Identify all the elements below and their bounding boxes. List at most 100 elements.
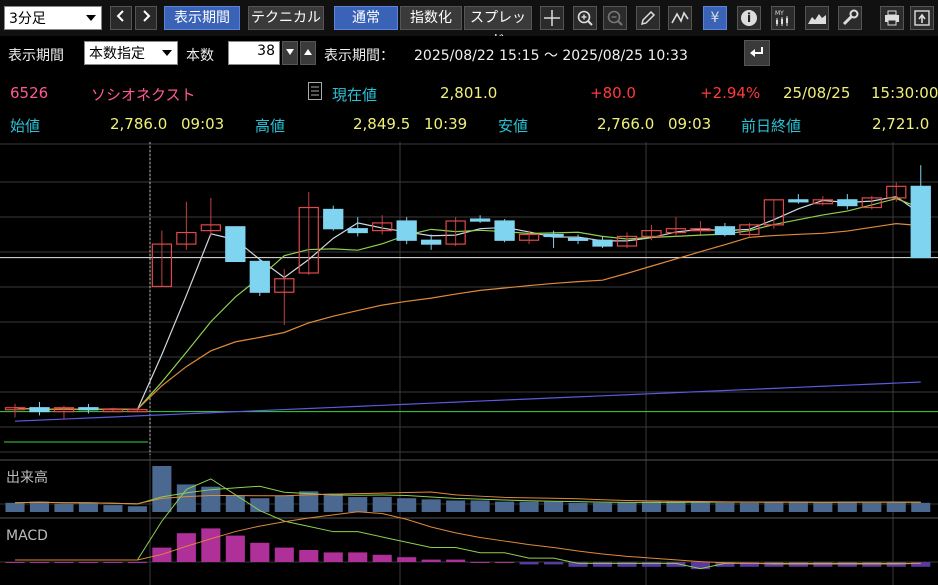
- macd-histogram-bar: [911, 562, 931, 567]
- info-button[interactable]: i: [737, 6, 761, 30]
- candle: [102, 407, 124, 413]
- candle: [714, 222, 736, 237]
- volume-bar: [372, 497, 392, 512]
- volume-panel: [5, 466, 931, 512]
- period-mode-select[interactable]: 本数指定: [84, 41, 178, 65]
- candle-body: [788, 199, 809, 203]
- crosshair-button[interactable]: [540, 6, 564, 30]
- volume-bar: [421, 499, 441, 512]
- candle-body: [249, 260, 270, 293]
- candle-body: [78, 407, 99, 411]
- zoom-in-button[interactable]: [573, 6, 597, 30]
- candle: [151, 230, 173, 288]
- macd-histogram-bar: [592, 562, 613, 567]
- open-time: 09:03: [181, 115, 225, 133]
- candle-body: [910, 185, 931, 259]
- reset-period-button[interactable]: [744, 40, 770, 66]
- candle: [127, 407, 148, 413]
- macd-histogram-bar: [495, 562, 515, 563]
- volume-bar: [544, 501, 564, 512]
- zoom-out-button[interactable]: [603, 6, 627, 30]
- chevron-down-icon: [86, 15, 96, 21]
- macd-histogram-bar: [78, 562, 98, 563]
- index-mode-button[interactable]: 指数化: [400, 6, 462, 30]
- macd-histogram-bar: [348, 552, 368, 562]
- volume-bar: [29, 501, 50, 512]
- stock-name: ソシオネクスト: [91, 86, 196, 104]
- moving-average-lines: [14, 195, 922, 422]
- wrench-icon: [842, 9, 859, 26]
- candle-body: [323, 208, 344, 230]
- low-time: 09:03: [668, 115, 712, 133]
- volume-bar: [348, 497, 368, 512]
- candle: [788, 194, 809, 204]
- prev-close-label: 前日終値: [741, 117, 802, 135]
- volume-bar: [788, 501, 808, 512]
- candle-body: [714, 226, 736, 236]
- volume-bar: [446, 500, 466, 512]
- high-label: 高値: [255, 117, 286, 135]
- print-button[interactable]: [880, 6, 904, 30]
- low-label: 安値: [498, 117, 529, 135]
- candle-body: [421, 239, 442, 245]
- normal-mode-button[interactable]: 通常: [334, 6, 398, 30]
- export-icon: [914, 10, 930, 26]
- candle: [298, 192, 319, 275]
- count-up-button[interactable]: [300, 41, 316, 65]
- macd-line: [15, 478, 921, 570]
- candle: [274, 269, 295, 325]
- price-chart[interactable]: 出来高 MACD: [0, 142, 938, 585]
- volume-ma-line: [14, 491, 921, 505]
- volume-bar: [764, 501, 784, 512]
- mountain-chart-button[interactable]: [805, 6, 829, 30]
- macd-histogram-bar: [397, 557, 417, 562]
- draw-button[interactable]: [636, 6, 660, 30]
- volume-bar: [690, 501, 710, 512]
- quote-time: 15:30:00: [871, 84, 938, 102]
- trend-line-button[interactable]: [668, 6, 692, 30]
- volume-bar: [250, 498, 270, 512]
- scroll-left-button[interactable]: [110, 6, 132, 30]
- period-button[interactable]: 表示期間: [164, 6, 240, 30]
- period-bar: 表示期間 本数指定 本数 38 表示期間： 2025/08/22 15:15 ～…: [0, 36, 938, 72]
- candle: [886, 182, 907, 202]
- macd-panel: [5, 478, 931, 570]
- macd-histogram-bar: [103, 562, 123, 563]
- mountain-chart-icon: [808, 14, 826, 24]
- interval-select[interactable]: 3分足: [4, 6, 102, 30]
- technical-button[interactable]: テクニカル: [248, 6, 324, 30]
- macd-histogram-bar: [5, 562, 25, 563]
- count-down-button[interactable]: [282, 41, 298, 65]
- memo-icon[interactable]: [308, 82, 322, 100]
- volume-bar: [495, 501, 515, 512]
- count-input[interactable]: 38: [228, 41, 280, 65]
- export-button[interactable]: [910, 6, 934, 30]
- chevron-down-icon: [162, 50, 172, 56]
- macd-histogram-bar: [225, 535, 245, 562]
- range-value: 2025/08/22 15:15 ～ 2025/08/25 10:33: [414, 48, 688, 64]
- quote-panel: 6526 ソシオネクスト 現在値 2,801.0 +80.0 +2.94% 25…: [0, 78, 938, 142]
- candle: [323, 205, 344, 231]
- current-label: 現在値: [332, 86, 378, 104]
- candle-body: [592, 239, 613, 247]
- volume-bar: [519, 501, 539, 512]
- spread-mode-button[interactable]: スプレッド: [464, 6, 532, 49]
- settings-button[interactable]: [838, 6, 862, 30]
- macd-histogram-bar: [519, 562, 539, 565]
- crosshair-icon: [544, 10, 560, 26]
- scroll-right-button[interactable]: [135, 6, 157, 30]
- range-label: 表示期間：: [324, 48, 394, 64]
- macd-histogram-bar: [568, 562, 588, 567]
- macd-histogram-bar: [544, 562, 564, 565]
- my-indicator-icon: MY: [775, 10, 788, 26]
- macd-histogram-bar: [250, 542, 270, 562]
- yen-button[interactable]: ¥: [703, 6, 727, 30]
- open-price: 2,786.0: [110, 115, 168, 133]
- my-indicator-button[interactable]: MY: [771, 6, 795, 30]
- volume-bar: [225, 495, 245, 512]
- candle: [567, 234, 589, 245]
- macd-histogram-bar: [274, 547, 294, 562]
- candle-body: [567, 237, 589, 241]
- volume-bar: [886, 501, 906, 512]
- candle-body: [837, 199, 858, 207]
